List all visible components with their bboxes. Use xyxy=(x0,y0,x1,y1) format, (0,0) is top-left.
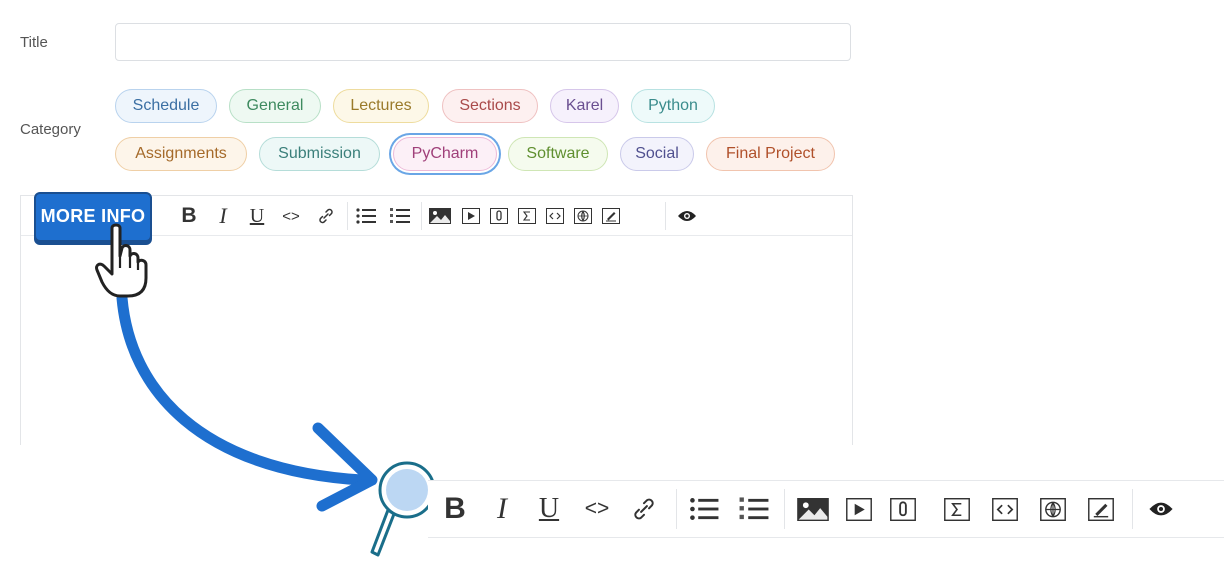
zoom-web-embed-button[interactable] xyxy=(1036,491,1070,527)
zoom-bullet-list-button[interactable] xyxy=(686,491,722,527)
zoom-link-button[interactable] xyxy=(628,491,660,527)
video-icon xyxy=(846,497,872,521)
link-icon xyxy=(634,498,654,520)
toolbar-separator xyxy=(784,489,785,529)
bullet-list-icon xyxy=(690,498,719,520)
code-block-icon xyxy=(992,497,1018,521)
image-icon xyxy=(797,497,829,521)
zoom-video-button[interactable] xyxy=(842,491,876,527)
draw-icon xyxy=(1088,497,1114,521)
zoom-code-block-button[interactable] xyxy=(988,491,1022,527)
zoom-image-button[interactable] xyxy=(794,491,832,527)
zoomed-toolbar: B I U <> xyxy=(428,480,1224,538)
toolbar-separator xyxy=(676,489,677,529)
zoom-draw-button[interactable] xyxy=(1084,491,1118,527)
zoom-italic-button[interactable]: I xyxy=(488,491,516,527)
zoom-numbered-list-button[interactable] xyxy=(736,491,772,527)
math-icon xyxy=(944,497,970,521)
hand-pointer-icon xyxy=(95,223,148,298)
numbered-list-icon xyxy=(739,497,769,520)
zoom-underline-button[interactable]: U xyxy=(534,491,564,527)
zoom-attachment-button[interactable] xyxy=(886,491,920,527)
zoom-preview-button[interactable] xyxy=(1144,491,1178,527)
attachment-icon xyxy=(890,497,916,521)
callout-arrow xyxy=(116,292,378,512)
toolbar-separator xyxy=(1132,489,1133,529)
zoom-code-button[interactable]: <> xyxy=(580,491,614,527)
zoom-bold-button[interactable]: B xyxy=(438,491,472,527)
web-embed-icon xyxy=(1040,497,1066,521)
zoom-math-button[interactable] xyxy=(940,491,974,527)
preview-eye-icon xyxy=(1149,502,1173,516)
